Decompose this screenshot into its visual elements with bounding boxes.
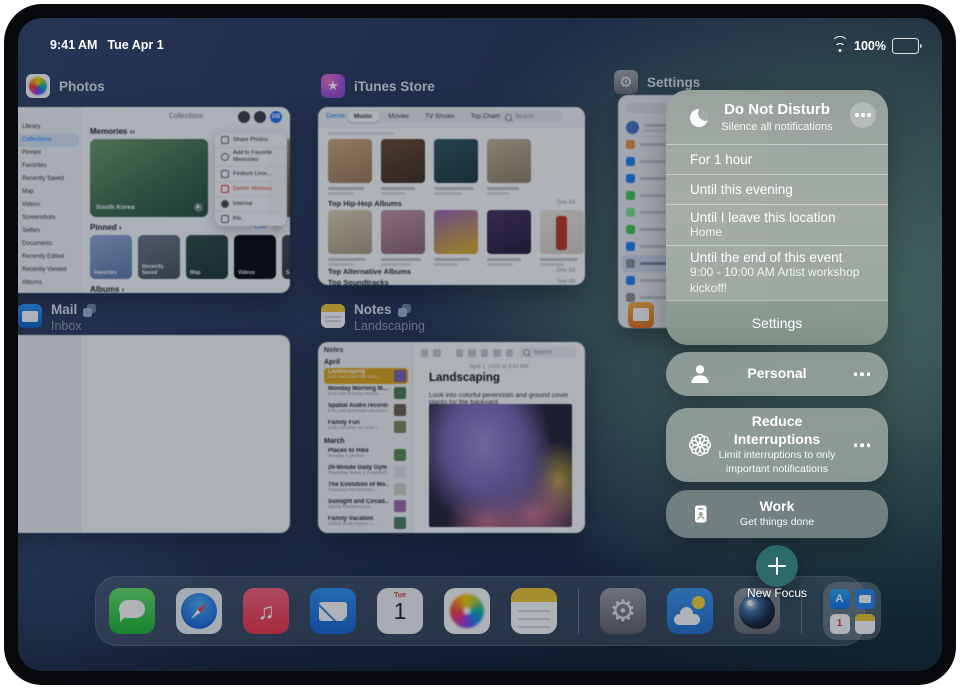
status-bar: 9:41 AM Tue Apr 1 100% — [18, 18, 942, 58]
option-for-1-hour[interactable]: For 1 hour — [666, 144, 888, 174]
wifi-icon — [831, 40, 848, 53]
battery-icon — [892, 38, 922, 54]
person-icon — [688, 362, 712, 386]
personal-more-options-button[interactable] — [854, 372, 871, 376]
do-not-disturb-panel: Do Not Disturb Silence all notifications… — [666, 90, 888, 345]
option-until-end-of-event[interactable]: Until the end of this event 9:00 - 10:00… — [666, 245, 888, 300]
reduce-interruptions-more-options-button[interactable] — [854, 443, 871, 447]
status-time: 9:41 AM — [50, 38, 97, 52]
badge-icon — [688, 502, 712, 526]
option-until-evening[interactable]: Until this evening — [666, 174, 888, 204]
new-focus-label: New Focus — [717, 586, 837, 600]
focus-reduce-interruptions-button[interactable]: Reduce Interruptions Limit interruptions… — [666, 408, 888, 482]
focus-personal-button[interactable]: Personal — [666, 352, 888, 396]
reduce-interruptions-icon — [688, 433, 712, 457]
screen: Photos Library Collections Pinned Favori… — [18, 18, 942, 671]
dnd-settings-button[interactable]: Settings — [666, 300, 888, 345]
new-focus-button[interactable] — [756, 545, 798, 587]
dnd-more-options-button[interactable] — [850, 102, 876, 128]
battery-percent: 100% — [854, 39, 886, 53]
option-until-leave-location[interactable]: Until I leave this location Home — [666, 204, 888, 245]
ipad-device: Photos Library Collections Pinned Favori… — [0, 0, 960, 689]
dnd-header: Do Not Disturb Silence all notifications — [666, 90, 888, 144]
status-date: Tue Apr 1 — [107, 38, 163, 52]
plus-icon — [768, 557, 786, 575]
focus-work-button[interactable]: Work Get things done — [666, 490, 888, 538]
